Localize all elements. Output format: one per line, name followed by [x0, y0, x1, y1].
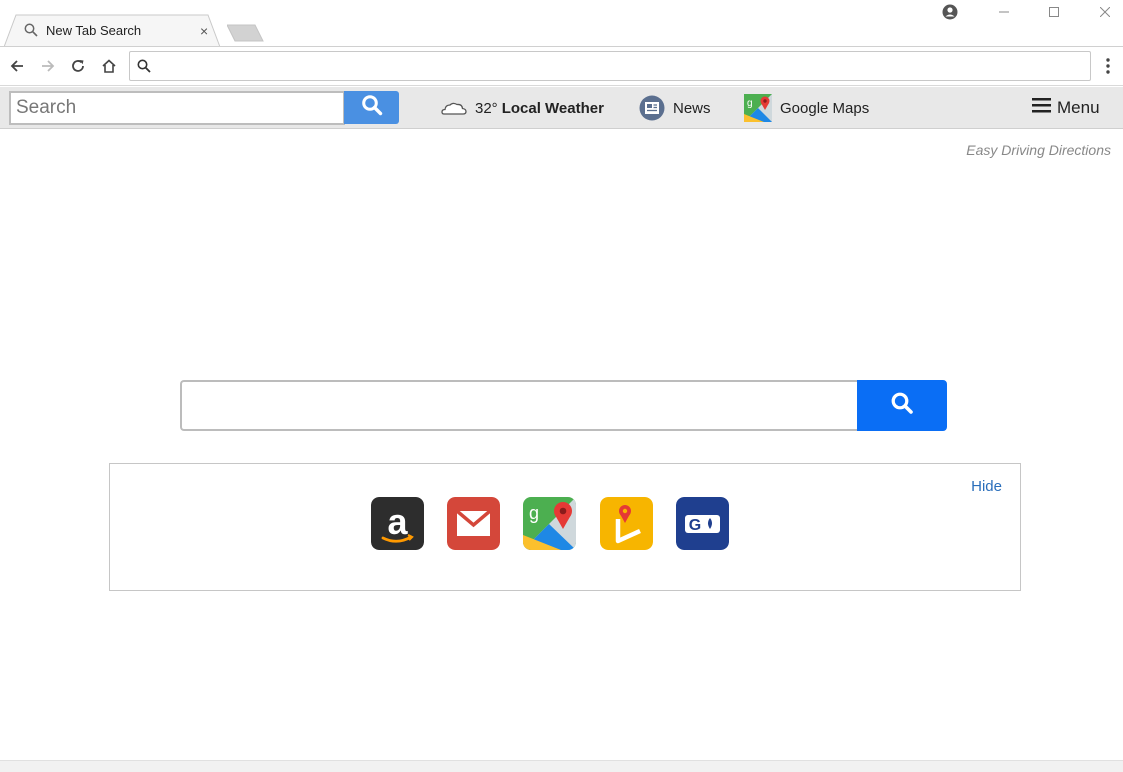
extension-toolbar: 32° Local Weather News g Google Maps Men… — [0, 87, 1123, 129]
search-icon — [137, 59, 151, 78]
mail-icon — [447, 497, 500, 550]
maps-label: Google Maps — [780, 99, 870, 117]
google-maps-link[interactable]: g Google Maps — [744, 93, 869, 123]
main-search-input[interactable] — [180, 380, 857, 431]
gmail-shortcut[interactable] — [447, 497, 500, 550]
weather-label: Local Weather — [501, 99, 604, 117]
svg-text:g: g — [747, 98, 753, 109]
toolbar-search-button[interactable] — [344, 91, 399, 124]
menu-label: Menu — [1057, 98, 1100, 117]
news-link[interactable]: News — [639, 93, 711, 123]
more-icon[interactable] — [1105, 57, 1111, 80]
close-icon[interactable] — [1093, 0, 1117, 24]
svg-text:g: g — [529, 503, 539, 523]
hide-link[interactable]: Hide — [971, 478, 1002, 495]
directions-shortcut[interactable] — [600, 497, 653, 550]
main-search-button[interactable] — [857, 380, 947, 431]
search-icon — [24, 23, 38, 42]
back-icon[interactable] — [6, 55, 28, 77]
browser-titlebar: New Tab Search × — [0, 0, 1123, 47]
svg-text:G: G — [689, 517, 701, 534]
profile-icon[interactable] — [938, 0, 962, 24]
google-maps-shortcut[interactable]: g — [523, 497, 576, 550]
news-label: News — [673, 99, 711, 117]
home-icon[interactable] — [98, 55, 120, 77]
maps-icon: g — [744, 94, 772, 122]
maps-icon: g — [523, 497, 576, 550]
address-bar[interactable] — [129, 51, 1091, 81]
tab-close-icon[interactable]: × — [200, 23, 208, 39]
directions-icon — [600, 497, 653, 550]
menu-button[interactable]: Menu — [1032, 93, 1100, 123]
status-bar — [0, 760, 1123, 772]
search-icon — [361, 94, 383, 121]
svg-text:a: a — [387, 501, 408, 542]
amazon-icon: a — [371, 497, 424, 550]
address-input[interactable] — [160, 55, 1084, 79]
browser-toolbar — [0, 46, 1123, 86]
weather-temperature: 32° — [475, 99, 498, 117]
hamburger-icon — [1032, 98, 1051, 118]
tab-title: New Tab Search — [46, 23, 142, 38]
browser-tab[interactable]: New Tab Search × — [4, 14, 220, 47]
weather-widget[interactable]: 32° Local Weather — [441, 93, 604, 123]
gas-icon: G — [676, 497, 729, 550]
maximize-icon[interactable] — [1042, 0, 1066, 24]
forward-icon[interactable] — [37, 55, 59, 77]
brand-name: Easy Driving Directions — [966, 142, 1111, 158]
minimize-icon[interactable] — [992, 0, 1016, 24]
cloud-icon — [441, 100, 467, 116]
new-tab-button[interactable] — [227, 24, 265, 42]
search-icon — [890, 391, 914, 420]
shortcuts-panel: Hide a g G — [109, 463, 1021, 591]
news-icon — [639, 95, 665, 121]
reload-icon[interactable] — [67, 55, 89, 77]
toolbar-search-input[interactable] — [9, 91, 345, 125]
amazon-shortcut[interactable]: a — [371, 497, 424, 550]
gas-shortcut[interactable]: G — [676, 497, 729, 550]
